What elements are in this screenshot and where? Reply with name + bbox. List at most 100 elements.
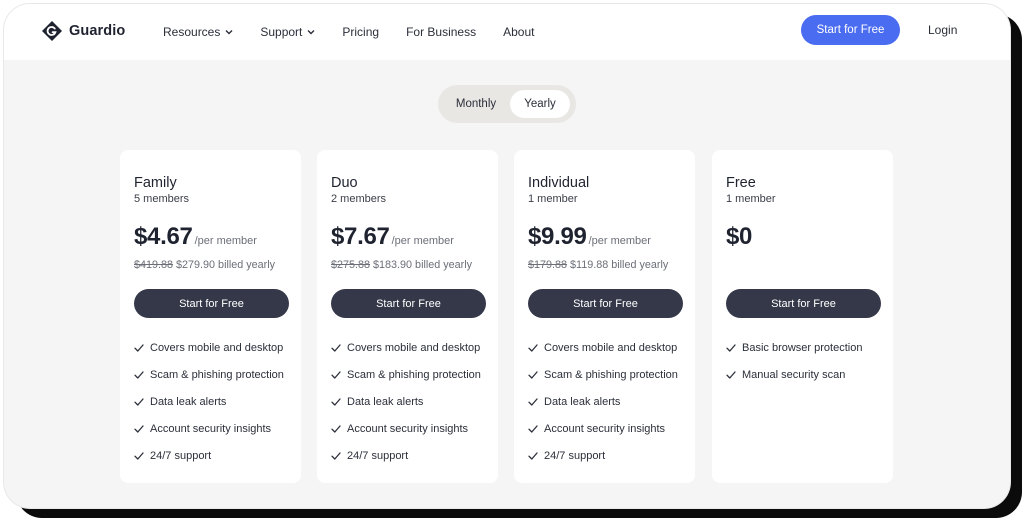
check-icon bbox=[331, 425, 341, 433]
feature-label: Basic browser protection bbox=[742, 342, 863, 355]
plan-price: $9.99 /per member bbox=[528, 223, 651, 251]
check-icon bbox=[726, 371, 736, 379]
plan-card-family: Family 5 members $4.67 /per member $419.… bbox=[120, 150, 301, 483]
nav-item-for-business[interactable]: For Business bbox=[406, 25, 476, 39]
plan-name: Individual bbox=[528, 175, 590, 191]
billing-period-toggle: Monthly Yearly bbox=[438, 85, 576, 123]
check-icon bbox=[528, 451, 538, 460]
price-unit: /per member bbox=[194, 235, 257, 247]
nav-item-support[interactable]: Support bbox=[260, 25, 315, 39]
check-icon bbox=[528, 344, 538, 353]
check-icon bbox=[134, 371, 144, 379]
nav-item-label: About bbox=[503, 25, 535, 39]
check-icon bbox=[528, 371, 538, 379]
feature-item: Account security insights bbox=[134, 415, 284, 442]
browser-frame: Guardio Resources Support Pricing For Bu… bbox=[4, 4, 1010, 508]
feature-label: Account security insights bbox=[544, 422, 666, 435]
feature-label: Covers mobile and desktop bbox=[347, 342, 481, 355]
feature-label: Covers mobile and desktop bbox=[150, 342, 284, 355]
check-icon bbox=[331, 398, 341, 406]
feature-item: Data leak alerts bbox=[134, 389, 284, 416]
plan-card-duo: Duo 2 members $7.67 /per member $275.88 … bbox=[317, 150, 498, 483]
feature-item: Covers mobile and desktop bbox=[331, 335, 481, 362]
top-navbar: Guardio Resources Support Pricing For Bu… bbox=[4, 4, 1010, 60]
check-icon bbox=[331, 451, 341, 460]
check-icon bbox=[134, 425, 144, 433]
price-amount: $4.67 bbox=[134, 223, 193, 250]
feature-list: Basic browser protection Manual security … bbox=[726, 335, 862, 389]
login-link[interactable]: Login bbox=[928, 23, 957, 37]
billed-amount: $183.90 billed yearly bbox=[373, 259, 473, 271]
header-start-for-free-button[interactable]: Start for Free bbox=[801, 15, 900, 45]
brand-logo[interactable]: Guardio bbox=[42, 21, 125, 41]
old-price: $419.88 bbox=[134, 259, 174, 271]
feature-item: Manual security scan bbox=[726, 362, 862, 389]
price-amount: $7.67 bbox=[331, 223, 390, 250]
feature-label: Account security insights bbox=[150, 422, 272, 435]
feature-item: Scam & phishing protection bbox=[331, 362, 481, 389]
feature-item: Covers mobile and desktop bbox=[134, 335, 284, 362]
check-icon bbox=[331, 371, 341, 379]
feature-list: Covers mobile and desktop Scam & phishing… bbox=[134, 335, 284, 469]
feature-label: 24/7 support bbox=[150, 449, 212, 462]
old-price: $179.88 bbox=[528, 259, 568, 271]
start-for-free-button[interactable]: Start for Free bbox=[134, 289, 289, 318]
plan-members: 1 member bbox=[528, 193, 578, 205]
feature-item: Account security insights bbox=[528, 415, 678, 442]
plan-price: $7.67 /per member bbox=[331, 223, 454, 251]
check-icon bbox=[134, 398, 144, 406]
price-amount: $9.99 bbox=[528, 223, 587, 250]
feature-label: Scam & phishing protection bbox=[347, 369, 481, 382]
check-icon bbox=[134, 451, 144, 460]
feature-item: Basic browser protection bbox=[726, 335, 862, 362]
feature-item: Account security insights bbox=[331, 415, 481, 442]
chevron-down-icon bbox=[307, 30, 315, 35]
nav-item-resources[interactable]: Resources bbox=[163, 25, 233, 39]
feature-list: Covers mobile and desktop Scam & phishing… bbox=[331, 335, 481, 469]
plan-name: Family bbox=[134, 175, 177, 191]
check-icon bbox=[134, 344, 144, 353]
start-for-free-button[interactable]: Start for Free bbox=[331, 289, 486, 318]
nav-item-label: For Business bbox=[406, 25, 477, 39]
feature-label: 24/7 support bbox=[347, 449, 409, 462]
nav-item-label: Support bbox=[260, 25, 303, 39]
toggle-yearly[interactable]: Yearly bbox=[510, 90, 570, 118]
feature-item: Scam & phishing protection bbox=[528, 362, 678, 389]
check-icon bbox=[528, 398, 538, 406]
billed-amount: $119.88 billed yearly bbox=[570, 259, 669, 271]
feature-item: Scam & phishing protection bbox=[134, 362, 284, 389]
brand-name: Guardio bbox=[69, 23, 126, 39]
feature-label: 24/7 support bbox=[544, 449, 606, 462]
check-icon bbox=[331, 344, 341, 353]
plan-name: Duo bbox=[331, 175, 358, 191]
feature-label: Scam & phishing protection bbox=[150, 369, 284, 382]
billing-info: $275.88 $183.90 billed yearly bbox=[331, 259, 472, 271]
nav-item-about[interactable]: About bbox=[503, 25, 534, 39]
plan-name: Free bbox=[726, 175, 756, 191]
feature-list: Covers mobile and desktop Scam & phishing… bbox=[528, 335, 678, 469]
feature-item: Covers mobile and desktop bbox=[528, 335, 678, 362]
feature-label: Account security insights bbox=[347, 422, 469, 435]
toggle-monthly[interactable]: Monthly bbox=[444, 90, 508, 118]
feature-item: 24/7 support bbox=[134, 442, 284, 469]
billing-info: $419.88 $279.90 billed yearly bbox=[134, 259, 275, 271]
start-for-free-button[interactable]: Start for Free bbox=[726, 289, 881, 318]
billing-info: $179.88 $119.88 billed yearly bbox=[528, 259, 668, 271]
feature-item: 24/7 support bbox=[528, 442, 678, 469]
feature-item: 24/7 support bbox=[331, 442, 481, 469]
feature-label: Manual security scan bbox=[742, 369, 846, 382]
plan-members: 5 members bbox=[134, 193, 190, 205]
feature-label: Data leak alerts bbox=[544, 395, 621, 408]
plan-price: $0 bbox=[726, 223, 752, 251]
plan-price: $4.67 /per member bbox=[134, 223, 257, 251]
nav-item-label: Pricing bbox=[342, 25, 380, 39]
nav-item-pricing[interactable]: Pricing bbox=[342, 25, 379, 39]
check-icon bbox=[528, 425, 538, 433]
feature-label: Data leak alerts bbox=[347, 395, 424, 408]
start-for-free-button[interactable]: Start for Free bbox=[528, 289, 683, 318]
plan-card-free: Free 1 member $0 Start for Free Basic br… bbox=[712, 150, 893, 483]
feature-label: Data leak alerts bbox=[150, 395, 227, 408]
main-nav: Resources Support Pricing For Business A… bbox=[163, 4, 561, 60]
price-amount: $0 bbox=[726, 223, 753, 250]
feature-item: Data leak alerts bbox=[528, 389, 678, 416]
